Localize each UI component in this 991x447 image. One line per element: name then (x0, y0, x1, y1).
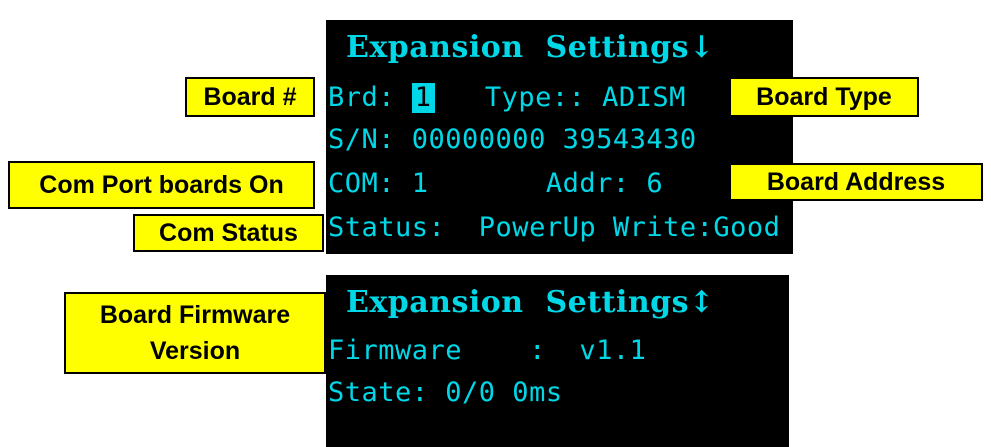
serial-number-row: S/N: 00000000 39543430 (328, 124, 697, 155)
board-row: Brd: 1 Type:: ADISM (328, 82, 686, 114)
expansion-settings-screen-1: Expansion Settings↓ Brd: 1 Type:: ADISM … (326, 20, 793, 254)
firmware-row: Firmware : v1.1 (328, 335, 647, 366)
annotation-com-port-boards-on: Com Port boards On (8, 161, 315, 209)
annotation-com-status: Com Status (133, 214, 324, 252)
com-address-row: COM: 1 Addr: 6 (328, 168, 664, 199)
status-row: Status: PowerUp Write:Good (328, 212, 781, 243)
annotation-board-type: Board Type (729, 77, 919, 117)
annotation-board-address: Board Address (729, 163, 983, 201)
annotation-board-firmware-version: Board Firmware Version (64, 292, 326, 374)
annotation-firmware-line2: Version (149, 337, 241, 365)
board-type-value: Type:: ADISM (434, 82, 686, 113)
state-row: State: 0/0 0ms (328, 377, 563, 408)
annotation-firmware-line1: Board Firmware (99, 301, 291, 329)
screen-title: Expansion Settings↕ (346, 285, 715, 320)
screen-title: Expansion Settings↓ (346, 30, 715, 65)
expansion-settings-screen-2: Expansion Settings↕ Firmware : v1.1 Stat… (326, 275, 789, 447)
annotation-board-number: Board # (185, 77, 315, 117)
board-number-selector[interactable]: 1 (411, 83, 435, 113)
board-label: Brd: (328, 82, 412, 113)
